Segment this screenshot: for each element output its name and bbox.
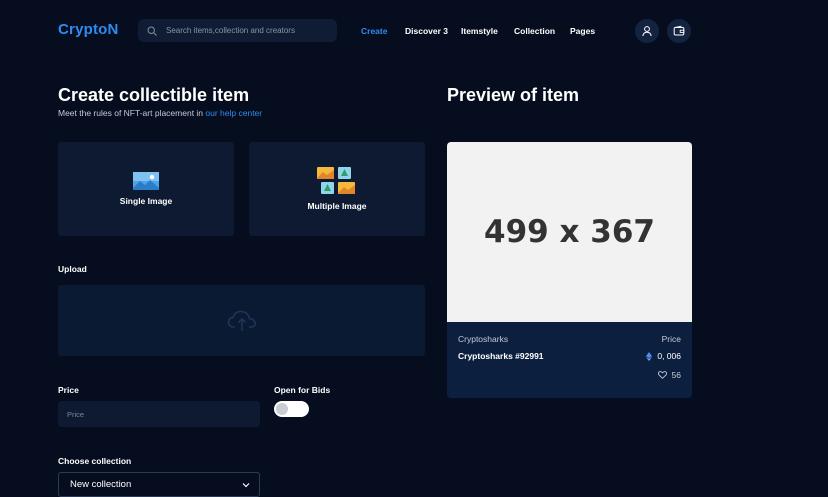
multiple-image-icon [317, 167, 355, 194]
price-label: Price [58, 385, 79, 395]
collection-select[interactable]: New collection [58, 472, 260, 497]
toggle-knob [276, 403, 288, 415]
search-input[interactable] [166, 26, 336, 35]
preview-price-label: Price [661, 334, 681, 344]
preview-price: 0, 006 [646, 351, 681, 361]
choose-collection-label: Choose collection [58, 456, 132, 466]
collection-select-value: New collection [70, 479, 132, 490]
preview-card: 499 x 367 Cryptosharks Price Cryptoshark… [447, 142, 692, 398]
search-bar[interactable] [138, 19, 337, 42]
heart-icon[interactable] [657, 371, 667, 379]
preview-likes-count: 56 [671, 370, 681, 380]
open-for-bids-toggle[interactable] [274, 401, 309, 417]
preview-price-value: 0, 006 [657, 351, 681, 361]
preview-title: Preview of item [447, 85, 580, 105]
logo[interactable]: CryptoN [58, 21, 119, 38]
preview-item-name: Cryptosharks #92991 [458, 351, 544, 361]
ethereum-icon [646, 351, 653, 361]
price-input[interactable] [58, 401, 260, 427]
nav-itemstyle[interactable]: Itemstyle [461, 26, 498, 36]
open-for-bids-label: Open for Bids [274, 385, 331, 395]
subtitle-text: Meet the rules of NFT-art placement in [58, 108, 204, 118]
single-image-option[interactable]: Single Image [58, 142, 234, 236]
multiple-image-label: Multiple Image [307, 201, 367, 211]
single-image-icon [133, 172, 159, 190]
nav-discover[interactable]: Discover 3 [405, 26, 448, 36]
single-image-label: Single Image [119, 196, 173, 206]
preview-likes[interactable]: 56 [657, 370, 681, 380]
nav-create[interactable]: Create [361, 26, 387, 36]
search-icon [147, 25, 157, 36]
nav-pages[interactable]: Pages [570, 26, 595, 36]
user-icon [642, 26, 652, 37]
preview-collection-name: Cryptosharks [458, 334, 509, 344]
wallet-icon [673, 25, 685, 36]
cloud-upload-icon [227, 310, 256, 331]
page-title: Create collectible item [58, 85, 250, 105]
upload-label: Upload [58, 264, 87, 274]
help-center-link[interactable]: our help center [205, 108, 262, 118]
preview-image-placeholder: 499 x 367 [447, 142, 692, 322]
nav-collection[interactable]: Collection [514, 26, 555, 36]
chevron-down-icon [242, 482, 250, 487]
multiple-image-option[interactable]: Multiple Image [249, 142, 425, 236]
user-button[interactable] [635, 19, 659, 43]
wallet-button[interactable] [667, 19, 691, 43]
page-subtitle: Meet the rules of NFT-art placement in o… [58, 108, 262, 118]
upload-dropzone[interactable] [58, 285, 425, 356]
